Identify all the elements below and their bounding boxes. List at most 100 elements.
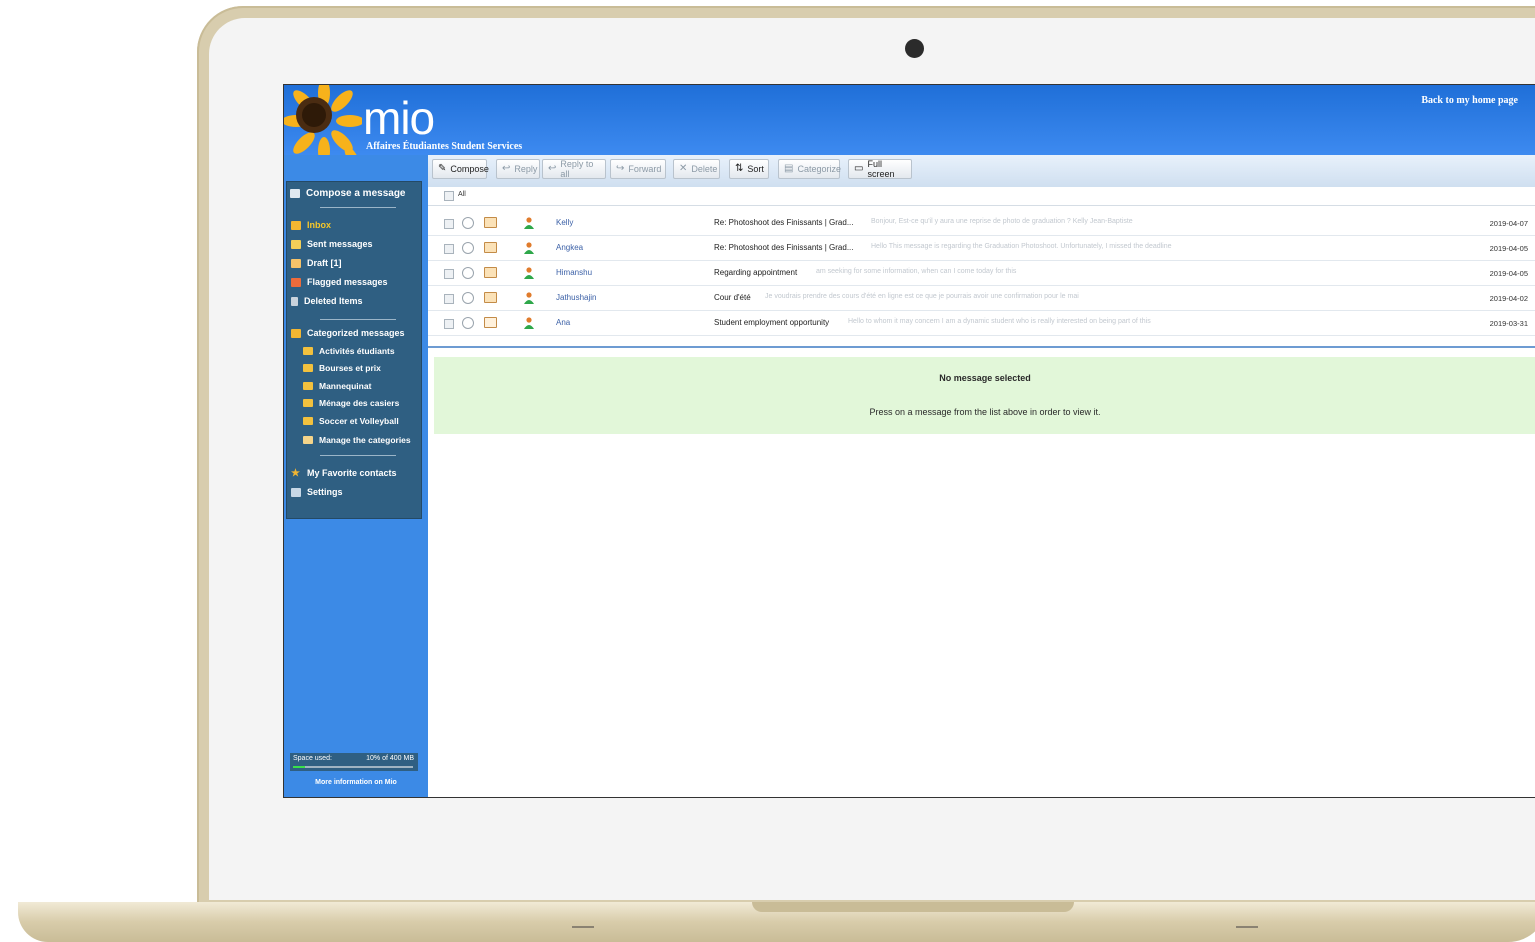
sidebar-item-label: My Favorite contacts [307,468,397,478]
webcam [905,39,924,58]
folder-icon [303,399,313,407]
sidebar-item-label: Ménage des casiers [319,398,400,408]
message-preview-pane: No message selected Press on a message f… [434,357,1535,434]
folder-icon [303,347,313,355]
message-preview: Hello This message is regarding the Grad… [871,243,1172,250]
message-subject: Student employment opportunity [714,318,830,327]
sidebar-nav: Compose a message Inbox Sent messages Dr… [286,181,422,519]
flag-toggle-icon[interactable] [462,242,474,254]
sidebar-divider [320,319,396,320]
app-logo-text: mio [363,92,435,144]
message-preview: Bonjour, Est-ce qu'il y aura une reprise… [871,218,1133,225]
laptop-base-notch [752,902,1074,912]
select-all-checkbox[interactable] [444,191,454,201]
sort-button[interactable]: ⇅ Sort [729,159,769,179]
sidebar-manage-categories[interactable]: Manage the categories [303,435,411,445]
sidebar-item-label: Draft [1] [307,258,342,268]
sidebar-divider [320,207,396,208]
sidebar-item-label: Deleted Items [304,296,363,306]
full-screen-button[interactable]: ▭ Full screen [848,159,912,179]
sidebar-item-deleted[interactable]: Deleted Items [291,296,363,306]
message-toolbar: ✎ Compose ↩ Reply ↩ Reply to all ↪ Forwa… [428,155,1535,188]
forward-button[interactable]: ↪ Forward [610,159,666,179]
list-pane-splitter[interactable] [428,346,1535,348]
person-icon [524,317,534,329]
flag-toggle-icon[interactable] [462,317,474,329]
message-date: 2019-04-05 [1489,244,1528,253]
back-home-link[interactable]: Back to my home page [1421,95,1518,106]
table-row[interactable]: Kelly Re: Photoshoot des Finissants | Gr… [428,211,1535,236]
reply-all-button[interactable]: ↩ Reply to all [542,159,606,179]
table-row[interactable]: Angkea Re: Photoshoot des Finissants | G… [428,236,1535,261]
table-row[interactable]: Ana Student employment opportunity Hello… [428,311,1535,336]
flag-toggle-icon[interactable] [462,267,474,279]
message-preview: Je voudrais prendre des cours d'été en l… [765,293,1079,300]
sidebar-item-inbox[interactable]: Inbox [291,220,331,230]
sidebar-item-label: Inbox [307,220,331,230]
row-checkbox[interactable] [444,269,454,279]
envelope-icon [484,292,497,303]
message-sender: Kelly [556,218,574,227]
folder-icon [303,364,313,372]
message-subject: Re: Photoshoot des Finissants | Grad... [714,243,854,252]
reply-all-arrow-icon: ↩ [548,163,557,174]
flag-toggle-icon[interactable] [462,217,474,229]
sidebar-category-activites[interactable]: Activités étudiants [303,346,395,356]
sidebar-category-menage[interactable]: Ménage des casiers [303,398,399,408]
table-row[interactable]: Himanshu Regarding appointment am seekin… [428,261,1535,286]
flag-toggle-icon[interactable] [462,292,474,304]
reply-button[interactable]: ↩ Reply [496,159,540,179]
more-info-link[interactable]: More information on Mio [284,779,428,786]
row-checkbox[interactable] [444,219,454,229]
folder-icon [303,417,313,425]
row-checkbox[interactable] [444,244,454,254]
sidebar-item-sent[interactable]: Sent messages [291,239,373,249]
sidebar-item-draft[interactable]: Draft [1] [291,258,342,268]
sidebar-item-label: Manage the categories [319,435,411,445]
sidebar-category-bourses[interactable]: Bourses et prix [303,363,381,373]
message-date: 2019-04-05 [1489,269,1528,278]
person-icon [524,242,534,254]
sidebar-item-label: Soccer et Volleyball [319,416,399,426]
sort-icon: ⇅ [735,163,744,174]
sidebar-category-mannequinat[interactable]: Mannequinat [303,381,371,391]
manage-folders-icon [303,436,313,444]
folder-tag-icon: ▤ [784,163,794,174]
message-date: 2019-03-31 [1489,319,1528,328]
message-preview: am seeking for some information, when ca… [816,268,1017,275]
categorize-button[interactable]: ▤ Categorize [778,159,841,179]
message-date: 2019-04-07 [1489,219,1528,228]
sidebar-divider [320,455,396,456]
row-checkbox[interactable] [444,294,454,304]
delete-button[interactable]: ✕ Delete [673,159,720,179]
sidebar-category-soccer[interactable]: Soccer et Volleyball [303,416,399,426]
app-screen: mio Affaires Étudiantes Student Services… [283,84,1535,798]
folder-icon [303,382,313,390]
compose-button[interactable]: ✎ Compose [432,159,489,179]
sidebar-item-label: Sent messages [307,239,373,249]
pencil-icon: ✎ [438,163,447,174]
settings-icon [291,487,301,497]
inbox-icon [291,220,301,230]
reply-arrow-icon: ↩ [502,163,511,174]
person-icon [524,267,534,279]
table-row[interactable]: Jathushajin Cour d'été Je voudrais prend… [428,286,1535,311]
envelope-icon [484,242,497,253]
app-subtitle: Affaires Étudiantes Student Services [366,141,523,152]
sidebar-item-label: Mannequinat [319,381,372,391]
row-checkbox[interactable] [444,319,454,329]
sidebar-compose[interactable]: Compose a message [290,188,406,199]
envelope-icon [484,217,497,228]
sidebar-compose-label: Compose a message [306,188,406,199]
full-screen-icon: ▭ [854,163,864,174]
envelope-open-icon [484,317,497,328]
flag-icon [291,277,301,287]
sidebar-item-categorized[interactable]: Categorized messages [291,328,405,338]
envelope-icon [484,267,497,278]
message-sender: Jathushajin [556,293,597,302]
sidebar-item-settings[interactable]: Settings [291,487,343,497]
sidebar-item-flagged[interactable]: Flagged messages [291,277,388,287]
sent-icon [291,239,301,249]
message-subject: Cour d'été [714,293,751,302]
sidebar-item-favorites[interactable]: ★ My Favorite contacts [291,468,397,478]
